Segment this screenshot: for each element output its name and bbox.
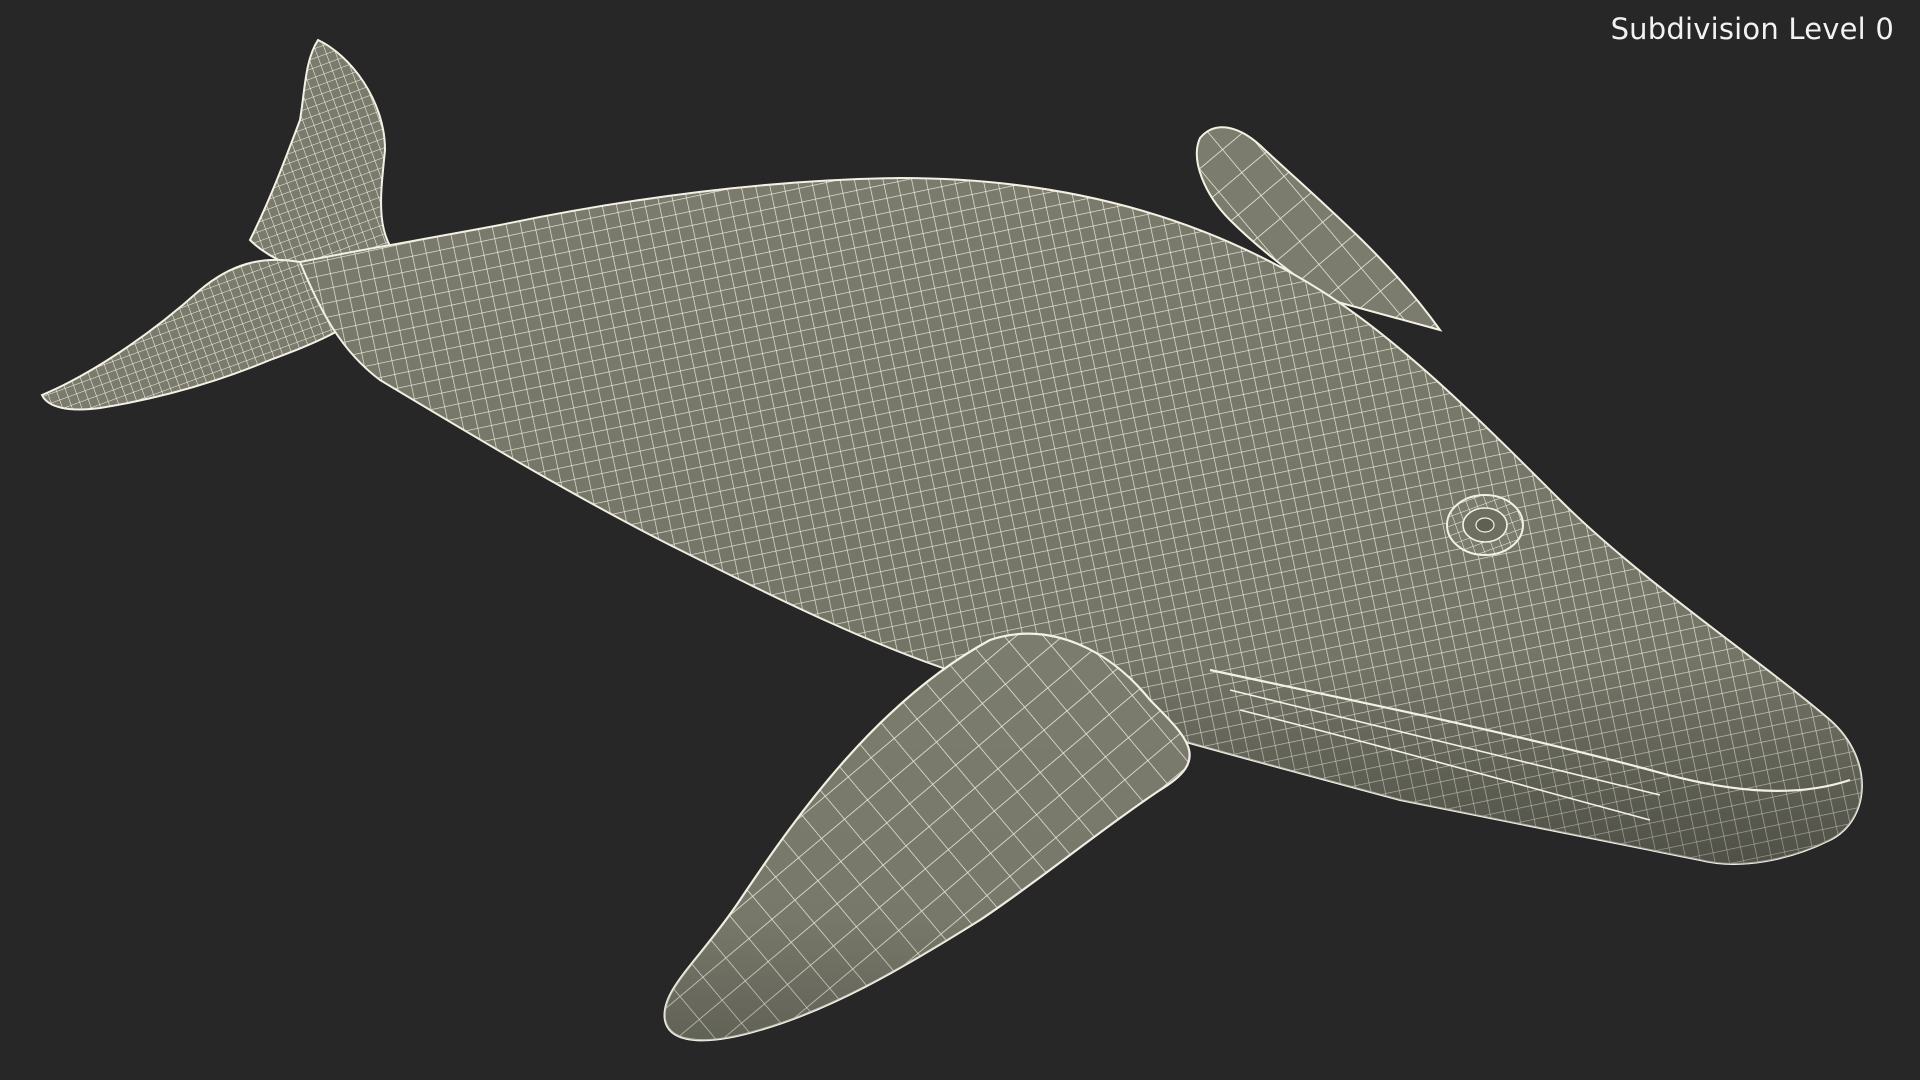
3d-viewport[interactable]: Subdivision Level 0 — [0, 0, 1920, 1080]
eye — [1446, 494, 1524, 556]
whale-wireframe-icon — [40, 38, 1863, 1042]
subdivision-level-label: Subdivision Level 0 — [1610, 12, 1894, 46]
dorsal-fluke — [248, 38, 404, 280]
